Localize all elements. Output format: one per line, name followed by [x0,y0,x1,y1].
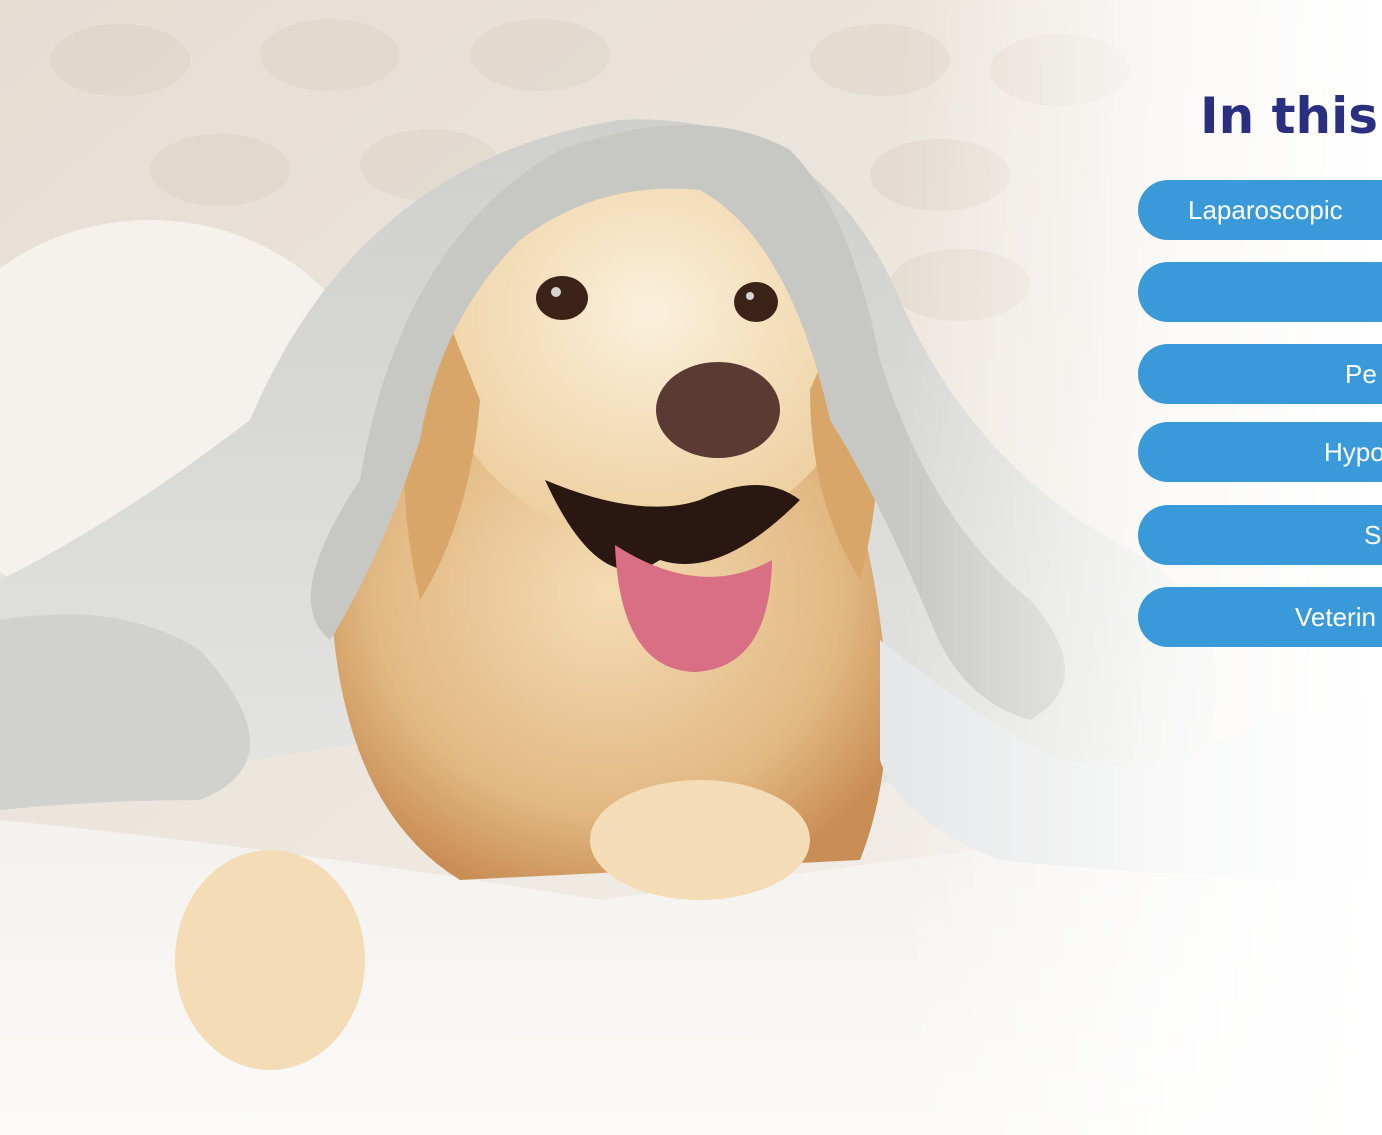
table-of-contents: In this Laparoscopic Pe Hypo S Veterin [1138,0,1382,1135]
toc-item-laparoscopic[interactable]: Laparoscopic [1138,180,1382,240]
toc-item-4[interactable]: Hypo [1138,422,1382,482]
toc-item-label: S [1364,520,1382,550]
hero-section: In this Laparoscopic Pe Hypo S Veterin [0,0,1382,1135]
toc-item-5[interactable]: S [1138,505,1382,565]
toc-item-label: Pe [1345,359,1377,389]
toc-heading: In this [1200,87,1379,145]
toc-item-veterinary[interactable]: Veterin [1138,587,1382,647]
toc-item-label: Hypo [1324,437,1382,467]
toc-item-2[interactable] [1138,262,1382,322]
toc-item-label: Laparoscopic [1188,195,1343,225]
toc-item-3[interactable]: Pe [1138,344,1382,404]
toc-item-label: Veterin [1295,602,1376,632]
